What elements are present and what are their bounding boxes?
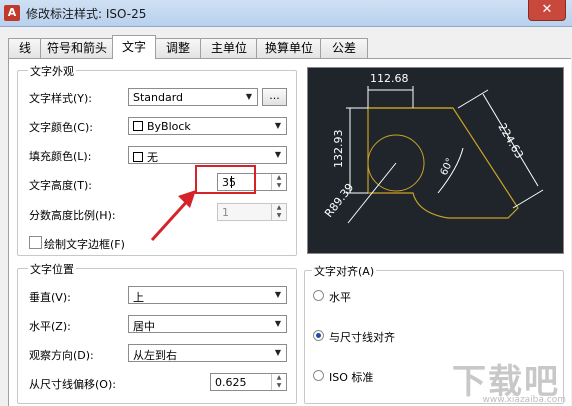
- fill-color-label: 填充颜色(L):: [29, 150, 92, 163]
- watermark-url: www.xiazaiba.com: [482, 395, 566, 405]
- app-icon: A: [4, 5, 20, 21]
- fraction-height-input[interactable]: 1 ▲ ▼: [217, 203, 287, 221]
- chevron-down-icon: ▼: [274, 348, 282, 357]
- browse-style-button[interactable]: ...: [262, 88, 287, 106]
- horizontal-label: 水平(Z):: [29, 320, 71, 333]
- dim-top-text: 112.68: [370, 72, 409, 85]
- align-dimension-line-radio[interactable]: [313, 330, 324, 341]
- tab-text[interactable]: 文字: [112, 35, 156, 59]
- view-direction-combo[interactable]: 从左到右 ▼: [128, 344, 287, 362]
- align-dimension-line-label: 与尺寸线对齐: [329, 331, 395, 344]
- fill-color-value: 无: [147, 151, 158, 164]
- text-placement-title: 文字位置: [28, 261, 76, 277]
- dim-angle-text: 60°: [439, 157, 456, 178]
- text-color-value: ByBlock: [147, 120, 191, 133]
- chevron-down-icon: ▼: [274, 290, 282, 299]
- annotation-arrow-icon: [150, 190, 196, 242]
- tab-symbols-arrows[interactable]: 符号和箭头: [40, 38, 114, 58]
- align-iso-radio[interactable]: [313, 370, 324, 381]
- view-direction-value: 从左到右: [133, 349, 177, 362]
- fill-color-combo[interactable]: 无 ▼: [128, 146, 287, 164]
- text-color-combo[interactable]: ByBlock ▼: [128, 117, 287, 135]
- align-horizontal-label: 水平: [329, 291, 351, 304]
- chevron-down-icon: ▼: [274, 150, 282, 159]
- fraction-height-label: 分数高度比例(H):: [29, 209, 116, 222]
- text-height-label: 文字高度(T):: [29, 179, 93, 192]
- spinner-icon[interactable]: ▲ ▼: [271, 374, 286, 390]
- window-title: 修改标注样式: ISO-25: [26, 7, 147, 21]
- horizontal-value: 居中: [133, 320, 155, 333]
- tab-lines[interactable]: 线: [8, 38, 42, 58]
- horizontal-combo[interactable]: 居中 ▼: [128, 315, 287, 333]
- vertical-label: 垂直(V):: [29, 291, 71, 304]
- spinner-icon[interactable]: ▲ ▼: [271, 174, 286, 190]
- draw-frame-label: 绘制文字边框(F): [44, 238, 125, 251]
- chevron-down-icon: ▼: [274, 319, 282, 328]
- view-direction-label: 观察方向(D):: [29, 349, 94, 362]
- vertical-value: 上: [133, 291, 144, 304]
- text-appearance-title: 文字外观: [28, 63, 76, 79]
- color-swatch-icon: [133, 121, 143, 131]
- title-bar: A 修改标注样式: ISO-25 ✕: [0, 0, 572, 27]
- offset-input[interactable]: 0.625 ▲ ▼: [210, 373, 287, 391]
- offset-label: 从尺寸线偏移(O):: [29, 378, 116, 391]
- align-iso-label: ISO 标准: [329, 371, 374, 384]
- chevron-down-icon: ▼: [274, 121, 282, 130]
- text-style-label: 文字样式(Y):: [29, 92, 93, 105]
- spinner-icon[interactable]: ▲ ▼: [271, 204, 286, 220]
- close-button[interactable]: ✕: [528, 0, 566, 21]
- chevron-down-icon: ▼: [245, 92, 253, 101]
- text-style-value: Standard: [133, 91, 184, 104]
- tab-primary-units[interactable]: 主单位: [200, 38, 258, 58]
- vertical-combo[interactable]: 上 ▼: [128, 286, 287, 304]
- dim-right-text: 224.63: [495, 121, 526, 161]
- align-horizontal-radio[interactable]: [313, 290, 324, 301]
- offset-value: 0.625: [215, 376, 247, 389]
- dim-left-text: 132.93: [332, 130, 345, 169]
- dimension-preview: 112.68 132.93 224.63 R89.39 60°: [307, 67, 564, 254]
- dim-radius-text: R89.39: [322, 181, 356, 220]
- draw-frame-checkbox[interactable]: [29, 236, 42, 249]
- preview-drawing: 112.68 132.93 224.63 R89.39 60°: [322, 72, 544, 224]
- color-swatch-icon: [133, 152, 143, 162]
- tab-tolerances[interactable]: 公差: [320, 38, 368, 58]
- text-alignment-title: 文字对齐(A): [312, 263, 377, 279]
- fraction-height-value: 1: [222, 206, 229, 219]
- tab-alternate-units[interactable]: 换算单位: [256, 38, 322, 58]
- tab-fit[interactable]: 调整: [154, 38, 202, 58]
- text-color-label: 文字颜色(C):: [29, 121, 93, 134]
- text-style-combo[interactable]: Standard ▼: [128, 88, 258, 106]
